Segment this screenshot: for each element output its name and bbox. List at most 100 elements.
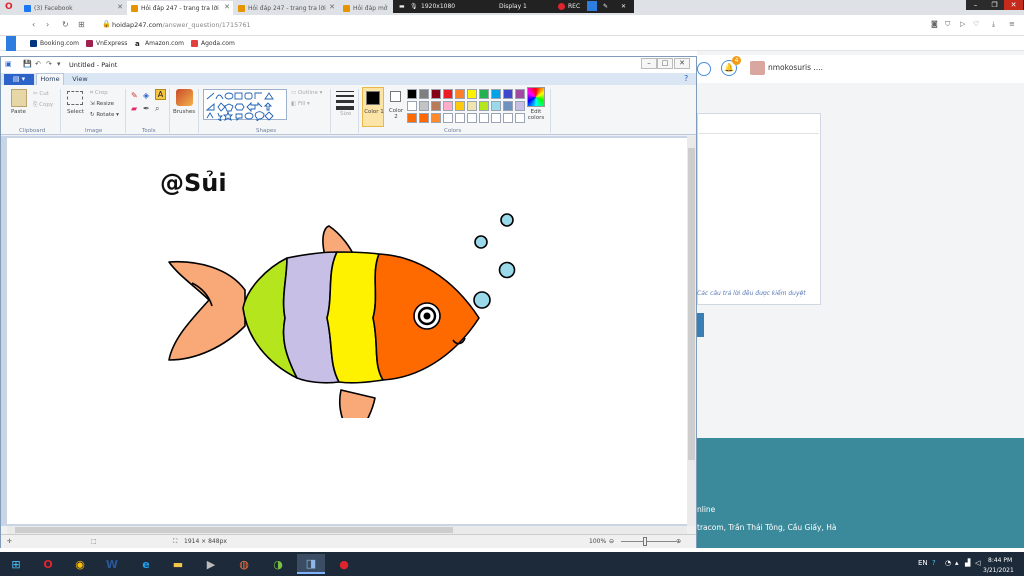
palette-swatch[interactable] — [419, 89, 429, 99]
palette-swatch[interactable] — [407, 89, 417, 99]
bookmark-booking[interactable]: Booking.com — [30, 40, 79, 47]
close-icon[interactable]: ✕ — [674, 58, 690, 69]
tab-home[interactable]: Home — [36, 73, 64, 85]
minimize-icon[interactable]: – — [966, 0, 985, 10]
start-icon[interactable]: ⊞ — [2, 554, 30, 574]
chrome-icon[interactable]: ◉ — [66, 554, 94, 574]
color2-button[interactable]: Color 2 — [386, 87, 406, 127]
palette-swatch[interactable] — [467, 113, 477, 123]
eraser-icon[interactable]: ▰ — [131, 104, 137, 113]
tabs-grid-icon[interactable]: ⊞ — [78, 20, 85, 29]
avatar[interactable] — [750, 61, 765, 75]
crop-button[interactable]: ⌗ Crop — [90, 90, 108, 97]
show-hidden-icons[interactable]: ▴ — [955, 559, 959, 567]
opera-icon[interactable]: O — [34, 554, 62, 574]
camera-icon[interactable]: ◙ — [931, 20, 938, 28]
palette-swatch[interactable] — [455, 101, 465, 111]
horizontal-scroll-thumb[interactable] — [15, 527, 453, 533]
size-icon[interactable] — [336, 91, 354, 110]
ie-icon[interactable]: e — [132, 554, 160, 574]
magnifier-icon[interactable]: ⌕ — [155, 104, 159, 114]
palette-swatch[interactable] — [455, 113, 465, 123]
network-icon[interactable]: ▟ — [965, 559, 970, 567]
recorder-icon[interactable]: ● — [330, 554, 358, 574]
mic-icon[interactable]: 🎙 — [410, 3, 418, 10]
select-label[interactable]: Select — [67, 109, 84, 115]
close-icon[interactable]: ✕ — [621, 3, 626, 10]
media-player-icon[interactable]: ▶ — [197, 554, 225, 574]
palette-swatch[interactable] — [443, 89, 453, 99]
color1-button[interactable]: Color 1 — [362, 87, 384, 127]
palette-swatch[interactable] — [443, 113, 453, 123]
palette-swatch[interactable] — [479, 113, 489, 123]
firefox-icon[interactable]: ◍ — [230, 554, 258, 574]
paint-taskbar-icon[interactable]: ◨ — [297, 554, 325, 574]
zoom-slider[interactable] — [621, 541, 676, 542]
message-icon[interactable] — [697, 62, 711, 76]
palette-swatch[interactable] — [431, 101, 441, 111]
fill-dropdown[interactable]: ◧ Fill ▾ — [291, 101, 310, 107]
zoom-in-icon[interactable]: ⊕ — [676, 538, 681, 545]
browser-tab[interactable]: Hỏi đáp 247 - trang tra lời ✕ — [234, 1, 338, 15]
folder-icon[interactable]: ▬ — [164, 554, 192, 574]
drawing-canvas[interactable]: @Sủi — [7, 138, 687, 524]
pencil-icon[interactable]: ✎ — [131, 91, 138, 100]
clock-date[interactable]: 3/21/2021 — [983, 567, 1014, 574]
edit-colors-label[interactable]: Edit colors — [525, 109, 547, 121]
fill-bucket-icon[interactable]: ◈ — [143, 91, 149, 100]
brush-icon[interactable] — [176, 89, 193, 106]
maximize-icon[interactable]: □ — [657, 58, 673, 69]
palette-swatch[interactable] — [419, 113, 429, 123]
browser-tab[interactable]: Hỏi đáp mở — [339, 1, 393, 15]
browser-tab[interactable]: (3) Facebook ✕ — [20, 1, 126, 15]
copy-button[interactable]: ⎘ Copy — [33, 102, 53, 109]
heart-icon[interactable]: ♡ — [973, 20, 979, 28]
username[interactable]: nmokosuris .... — [768, 63, 823, 72]
edit-colors-icon[interactable] — [527, 87, 545, 107]
rec-label[interactable]: REC — [568, 3, 580, 10]
back-icon[interactable]: ‹ — [32, 20, 35, 29]
shield-icon[interactable]: ⛉ — [945, 20, 950, 29]
palette-swatch[interactable] — [407, 101, 417, 111]
reload-icon[interactable]: ↻ — [62, 20, 69, 29]
pen-icon[interactable]: ✎ — [603, 3, 608, 10]
tab-view[interactable]: View — [68, 73, 92, 85]
opera-logo-icon[interactable]: O — [5, 2, 13, 12]
forward-icon[interactable]: › — [46, 20, 49, 29]
zoom-out-icon[interactable]: ⊖ — [609, 538, 614, 545]
palette-swatch[interactable] — [491, 113, 501, 123]
paint-app-icon[interactable]: ▣ — [5, 60, 12, 68]
browser-tab-active[interactable]: Hỏi đáp 247 - trang tra lời ✕ — [127, 1, 233, 15]
palette-swatch[interactable] — [431, 113, 441, 123]
color-picker-icon[interactable]: ✒ — [143, 104, 150, 113]
help-icon[interactable]: ? — [684, 74, 688, 83]
bookmark-agoda[interactable]: Agoda.com — [191, 40, 235, 47]
palette-swatch[interactable] — [515, 101, 525, 111]
coccoc-icon[interactable]: ◑ — [264, 554, 292, 574]
save-icon[interactable]: 💾 — [23, 60, 32, 68]
text-tool-icon[interactable]: A — [155, 89, 166, 100]
clock-time[interactable]: 8:44 PM — [988, 557, 1012, 564]
palette-swatch[interactable] — [491, 89, 501, 99]
side-tab[interactable] — [697, 313, 704, 337]
close-icon[interactable]: ✕ — [329, 3, 335, 11]
palette-swatch[interactable] — [479, 89, 489, 99]
palette-swatch[interactable] — [467, 89, 477, 99]
palette-swatch[interactable] — [515, 89, 525, 99]
palette-swatch[interactable] — [503, 89, 513, 99]
bookmark-vnexpress[interactable]: VnExpress — [86, 40, 127, 47]
palette-swatch[interactable] — [503, 113, 513, 123]
palette-swatch[interactable] — [491, 101, 501, 111]
cut-button[interactable]: ✂ Cut — [33, 91, 49, 97]
palette-swatch[interactable] — [503, 101, 513, 111]
download-icon[interactable]: ⤓ — [992, 20, 995, 29]
file-menu-button[interactable]: ▤ ▾ — [4, 74, 34, 85]
language-indicator[interactable]: EN — [918, 559, 928, 567]
palette-swatch[interactable] — [443, 101, 453, 111]
sidebar-toggle-icon[interactable] — [6, 36, 16, 51]
close-icon[interactable]: ✕ — [1004, 0, 1023, 10]
palette-swatch[interactable] — [431, 89, 441, 99]
rotate-button[interactable]: ↻ Rotate ▾ — [90, 112, 119, 118]
stop-icon[interactable] — [587, 1, 597, 11]
palette-swatch[interactable] — [419, 101, 429, 111]
